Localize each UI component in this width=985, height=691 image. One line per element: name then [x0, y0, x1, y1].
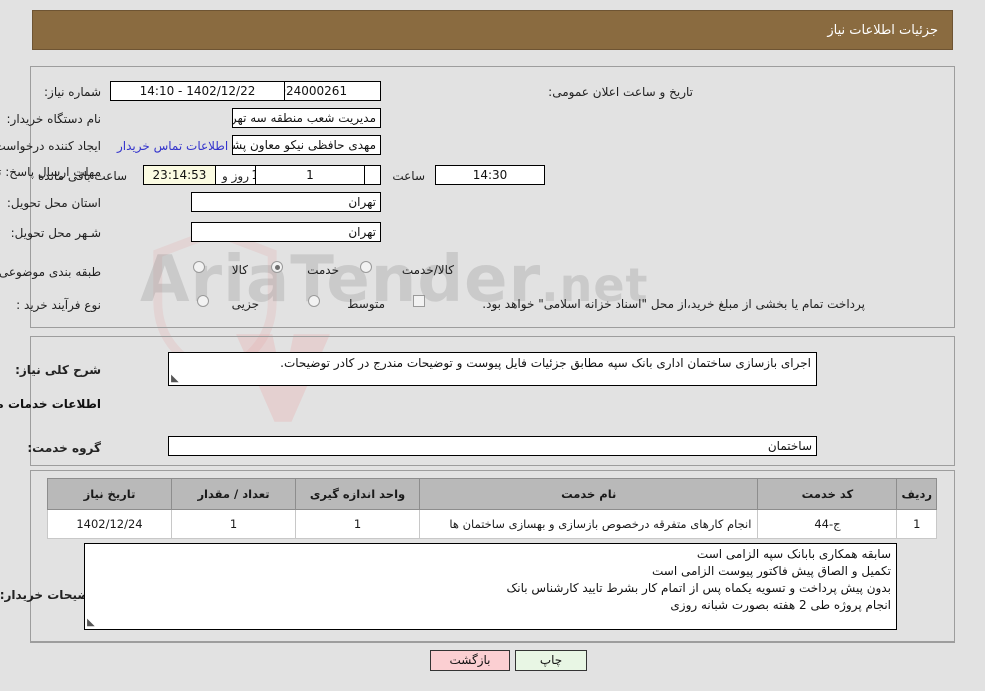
process-label: نوع فرآیند خرید : [16, 298, 101, 312]
province-value: تهران [191, 192, 381, 212]
buyer-org-label: نام دستگاه خریدار: [6, 112, 102, 126]
th-qty: تعداد / مقدار [171, 478, 296, 510]
radio-category-kala[interactable] [193, 261, 205, 273]
back-button[interactable]: بازگشت [430, 650, 510, 671]
public-announce-label: تاریخ و ساعت اعلان عمومی: [548, 85, 693, 99]
cell-row: 1 [896, 509, 937, 539]
th-name: نام خدمت [418, 478, 759, 510]
cell-code: ج-44 [757, 509, 898, 539]
city-label: شـهر محل تحویل: [10, 226, 101, 240]
deadline-time-value: 14:30 [435, 165, 545, 185]
table-header-row: ردیف کد خدمت نام خدمت واحد اندازه گیری ت… [47, 478, 937, 510]
province-label: استان محل تحویل: [6, 196, 101, 210]
cell-name: انجام کارهای متفرقه درخصوص بازسازی و بهس… [418, 509, 759, 539]
buyer-note-line: تکمیل و الصاق پیش فاکتور پیوست الزامی اس… [652, 564, 891, 578]
need-number-label: شماره نیاز: [44, 85, 101, 99]
print-button[interactable]: چاپ [515, 650, 587, 671]
page-header-bar: جزئیات اطلاعات نیاز [32, 10, 953, 50]
time-remaining-value: 23:14:53 [143, 165, 216, 185]
services-section-title: اطلاعات خدمات مورد نیاز [0, 397, 101, 411]
description-textarea[interactable]: اجرای بازسازی ساختمان اداری بانک سپه مطا… [168, 352, 817, 386]
days-word-label: روز و [222, 169, 249, 183]
services-table: ردیف کد خدمت نام خدمت واحد اندازه گیری ت… [47, 478, 937, 539]
radio-category-kala-label: کالا [231, 263, 248, 277]
public-announce-value: 1402/12/22 - 14:10 [110, 81, 285, 101]
th-code: کد خدمت [757, 478, 898, 510]
buyer-org-value: مدیریت شعب منطقه سه تهران [232, 108, 381, 128]
need-details-page: AriaTender.net جزئیات اطلاعات نیاز شماره… [0, 0, 985, 691]
th-date: تاریخ نیاز [47, 478, 172, 510]
city-value: تهران [191, 222, 381, 242]
th-row: ردیف [896, 478, 937, 510]
buyer-notes-textarea[interactable]: سابقه همکاری بابانک سپه الزامی است تکمیل… [84, 543, 897, 630]
resize-grip-icon[interactable]: ◢ [171, 373, 181, 384]
requester-value: مهدی حافظی نیکو معاون پشتیبانی مدیریت شع… [232, 135, 381, 155]
description-label: شرح کلی نیاز: [15, 363, 101, 377]
buyer-contact-link[interactable]: اطلاعات تماس خریدار [117, 139, 228, 153]
cell-unit: 1 [295, 509, 420, 539]
page-title: جزئیات اطلاعات نیاز [827, 22, 938, 38]
buyer-note-line: انجام پروژه طی 2 هفته بصورت شبانه روزی [670, 598, 891, 612]
remaining-suffix-label: ساعت باقی مانده [38, 169, 128, 183]
radio-category-khadamat-label: خدمت [307, 263, 339, 277]
footer-divider [30, 642, 955, 643]
summary-panel [30, 66, 955, 328]
description-value: اجرای بازسازی ساختمان اداری بانک سپه مطا… [280, 356, 811, 370]
resize-grip-icon[interactable]: ◢ [87, 617, 97, 628]
th-unit: واحد اندازه گیری [295, 478, 420, 510]
treasury-bond-label: پرداخت تمام یا بخشی از مبلغ خرید،از محل … [482, 297, 865, 311]
service-group-label: گروه خدمت: [27, 441, 101, 455]
service-group-value: ساختمان [168, 436, 817, 456]
requester-label: ایجاد کننده درخواست: [0, 139, 101, 153]
radio-category-kala-khadamat[interactable] [360, 261, 372, 273]
table-row: 1 ج-44 انجام کارهای متفرقه درخصوص بازساز… [47, 509, 937, 539]
cell-qty: 1 [171, 509, 296, 539]
radio-category-khadamat[interactable] [271, 261, 283, 273]
hour-label: ساعت [392, 169, 425, 183]
radio-category-kala-khadamat-label: کالا/خدمت [401, 263, 454, 277]
buyer-note-line: سابقه همکاری بابانک سپه الزامی است [696, 547, 891, 561]
cell-date: 1402/12/24 [47, 509, 172, 539]
days-remaining-value: 1 [255, 165, 365, 185]
category-label: طبقه بندی موضوعی: [0, 265, 101, 279]
buyer-note-line: بدون پیش پرداخت و تسویه یکماه پس از اتما… [506, 581, 891, 595]
